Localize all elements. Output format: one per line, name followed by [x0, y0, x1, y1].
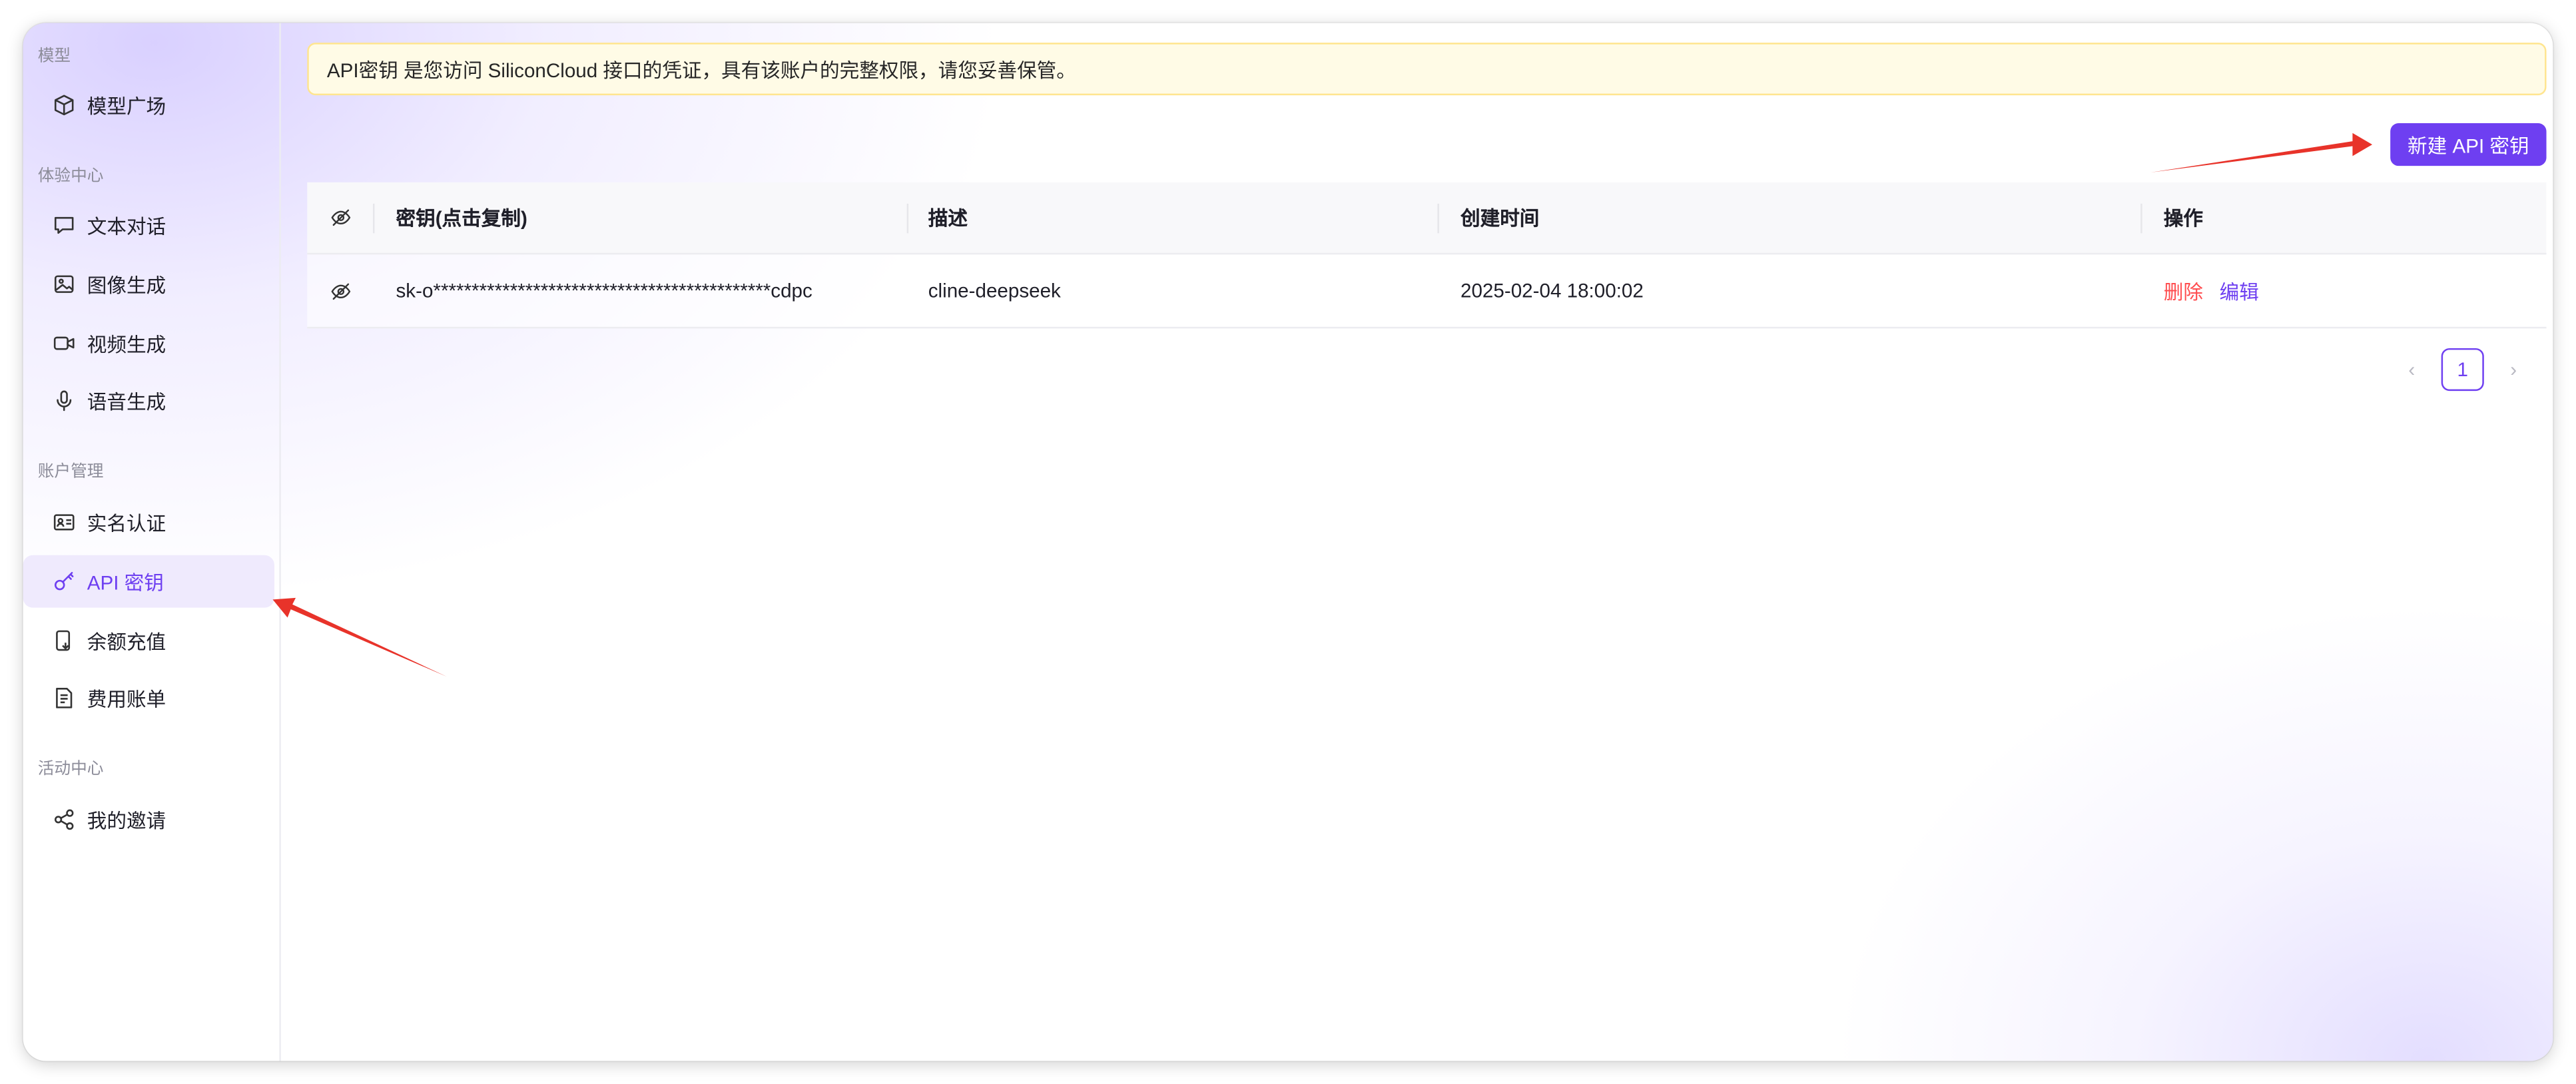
notice-banner: API密钥 是您访问 SiliconCloud 接口的凭证，具有该账户的完整权限… [307, 43, 2547, 96]
sidebar-item-label: 费用账单 [87, 687, 166, 710]
column-header-created: 创建时间 [1460, 206, 1540, 230]
eye-off-icon[interactable] [330, 254, 352, 327]
app-window: 模型 模型广场 体验中心 文本对话 图像生成 视频生成 语音生成 账户管理 实名… [23, 23, 2553, 1061]
row-actions: 删除 编辑 [2164, 254, 2259, 327]
sidebar-item-label: 文本对话 [87, 214, 166, 238]
pagination-next-icon[interactable]: › [2495, 348, 2531, 391]
sidebar-item-my-invites[interactable]: 我的邀请 [23, 793, 274, 846]
column-header-key: 密钥(点击复制) [396, 206, 527, 230]
column-separator [1437, 203, 1439, 234]
sidebar-item-image-generation[interactable]: 图像生成 [23, 258, 274, 310]
sidebar-item-text-chat[interactable]: 文本对话 [23, 198, 274, 251]
api-key-created-time: 2025-02-04 18:00:02 [1460, 279, 1644, 302]
sidebar-item-label: 我的邀请 [87, 808, 166, 832]
edit-link[interactable]: 编辑 [2220, 277, 2259, 305]
sidebar-group-title-model: 模型 [37, 47, 71, 66]
pagination: ‹ 1 › [2394, 348, 2531, 392]
pagination-prev-icon[interactable]: ‹ [2394, 348, 2429, 391]
sidebar-item-billing[interactable]: 费用账单 [23, 672, 274, 724]
sidebar-item-real-name-verification[interactable]: 实名认证 [23, 496, 274, 549]
api-key-description: cline-deepseek [928, 279, 1061, 302]
sidebar-group-title-events: 活动中心 [37, 760, 104, 779]
sidebar-item-label: 实名认证 [87, 511, 166, 535]
table-row: sk-o************************************… [307, 254, 2547, 329]
pagination-page-current[interactable]: 1 [2441, 348, 2484, 392]
sidebar-item-label: 语音生成 [87, 390, 166, 413]
sidebar-item-api-keys[interactable]: API 密钥 [23, 555, 274, 608]
image-icon [53, 272, 76, 296]
column-separator [2140, 203, 2142, 234]
sidebar-group-title-playground: 体验中心 [37, 167, 104, 186]
sidebar-item-model-square[interactable]: 模型广场 [23, 79, 274, 131]
sidebar-item-label: 余额充值 [87, 629, 166, 653]
wallet-icon [53, 629, 76, 653]
sidebar-item-video-generation[interactable]: 视频生成 [23, 317, 274, 370]
key-icon [53, 570, 76, 593]
sidebar-item-voice-generation[interactable]: 语音生成 [23, 374, 274, 427]
table-header: 密钥(点击复制) 描述 创建时间 操作 [307, 182, 2547, 255]
api-keys-table: 密钥(点击复制) 描述 创建时间 操作 sk-o****************… [307, 182, 2547, 329]
column-separator [372, 203, 375, 234]
sidebar-group-title-account: 账户管理 [37, 463, 104, 481]
api-key-value[interactable]: sk-o************************************… [396, 254, 812, 327]
sidebar-item-label: 视频生成 [87, 332, 166, 356]
video-camera-icon [53, 332, 76, 355]
column-header-actions: 操作 [2163, 206, 2204, 230]
sidebar-item-label: API 密钥 [87, 571, 164, 594]
bill-icon [53, 686, 76, 710]
chat-bubble-icon [53, 214, 76, 237]
cube-icon [53, 94, 76, 117]
sidebar-item-label: 图像生成 [87, 273, 166, 297]
sidebar: 模型 模型广场 体验中心 文本对话 图像生成 视频生成 语音生成 账户管理 实名… [23, 23, 281, 1061]
microphone-icon [53, 390, 76, 413]
new-api-key-button[interactable]: 新建 API 密钥 [2390, 123, 2547, 166]
column-separator [906, 203, 909, 234]
notice-text: API密钥 是您访问 SiliconCloud 接口的凭证，具有该账户的完整权限… [326, 58, 1076, 82]
delete-link[interactable]: 删除 [2164, 277, 2203, 305]
share-icon [53, 808, 76, 832]
main-content: API密钥 是您访问 SiliconCloud 接口的凭证，具有该账户的完整权限… [307, 23, 2553, 1061]
sidebar-item-label: 模型广场 [87, 94, 166, 118]
column-header-description: 描述 [928, 206, 968, 230]
eye-off-icon[interactable] [330, 182, 352, 253]
sidebar-item-balance-recharge[interactable]: 余额充值 [23, 615, 274, 667]
stage: 模型 模型广场 体验中心 文本对话 图像生成 视频生成 语音生成 账户管理 实名… [0, 0, 2576, 1084]
id-card-icon [53, 511, 76, 534]
